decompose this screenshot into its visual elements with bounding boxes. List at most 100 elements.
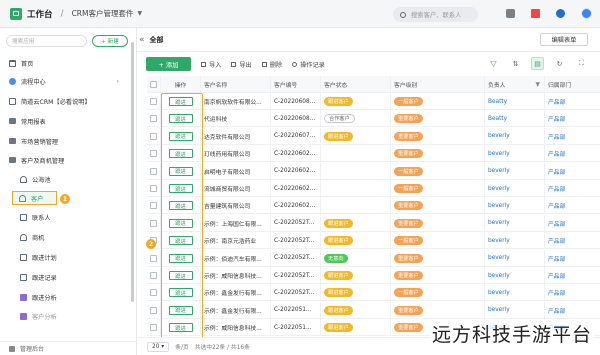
dept-cell[interactable]: 产品部: [545, 93, 600, 110]
select-all-checkbox[interactable]: [150, 81, 157, 88]
owner-cell[interactable]: beverly: [485, 197, 545, 215]
sidebar-item-customer-management[interactable]: 客户及商机管理: [0, 153, 131, 167]
crm-suite-title[interactable]: CRM客户管理套件: [72, 8, 134, 19]
customer-name-cell[interactable]: 示例：威阳信息科技...: [201, 319, 271, 337]
customer-name-cell[interactable]: 示例：上海国仁有限...: [201, 214, 271, 232]
owner-cell[interactable]: beverly: [485, 249, 545, 267]
row-select-cell[interactable]: [147, 145, 161, 163]
row-select-cell[interactable]: [147, 249, 161, 267]
customer-name-cell[interactable]: 南京帆软软件有限公...: [201, 93, 271, 110]
customer-name-cell[interactable]: 流城商贸有限公司: [201, 180, 271, 197]
row-select-cell[interactable]: [147, 319, 161, 337]
owner-cell[interactable]: beverly: [485, 232, 545, 250]
select-all-cell[interactable]: [147, 76, 161, 93]
row-select-cell[interactable]: [147, 301, 161, 319]
row-select-cell[interactable]: [147, 267, 161, 284]
row-checkbox[interactable]: [150, 324, 157, 332]
owner-cell[interactable]: beverly: [485, 284, 545, 302]
dept-cell[interactable]: 产品部: [545, 267, 600, 284]
row-checkbox[interactable]: [150, 306, 157, 314]
row-checkbox[interactable]: [150, 132, 157, 140]
sidebar-item-home[interactable]: 首页: [0, 56, 131, 70]
row-select-cell[interactable]: [147, 162, 161, 180]
table-row[interactable]: 跟进 启明电子有限公司 C-20220602... 一般客户 beverly 产品部: [147, 162, 600, 180]
table-row[interactable]: 跟进 吉量建筑有限公司 C-20220602... 重要客户 beverly 产品部: [147, 197, 600, 215]
row-checkbox[interactable]: [150, 150, 157, 158]
sidebar-item-flow-center[interactable]: 流程中心 ›: [0, 74, 131, 88]
row-checkbox[interactable]: [150, 98, 157, 105]
sidebar-item-followup-records[interactable]: 跟进记录: [0, 270, 131, 284]
sidebar-item-crm-guide[interactable]: 简道云CRM【必看说明】: [0, 94, 131, 108]
table-row[interactable]: 跟进 达克软件有限公司 C-20220607... 跟进客户 重要客户 beverly 产品…: [147, 127, 600, 145]
sort-icon[interactable]: ⇅: [509, 57, 522, 70]
dept-cell[interactable]: 产品部: [545, 284, 600, 301]
customer-name-cell[interactable]: 示例：鑫金发行有限...: [201, 301, 271, 319]
filter-icon[interactable]: ▽: [487, 57, 500, 70]
row-select-cell[interactable]: [147, 284, 161, 302]
row-select-cell[interactable]: [147, 214, 161, 232]
dept-cell[interactable]: 产品部: [545, 110, 600, 127]
owner-cell[interactable]: beverly: [485, 127, 545, 145]
customer-name-cell[interactable]: 启明电子有限公司: [201, 162, 271, 180]
add-button[interactable]: + 添加: [146, 57, 191, 71]
sidebar-item-followup-plan[interactable]: 跟进计划: [0, 250, 131, 264]
customer-name-cell[interactable]: 吉量建筑有限公司: [201, 197, 271, 215]
row-select-cell[interactable]: [147, 110, 161, 128]
dept-cell[interactable]: 产品部: [545, 232, 600, 249]
dept-cell[interactable]: 产品部: [545, 197, 600, 214]
sidebar-item-customer-analysis[interactable]: 客户分析: [0, 309, 131, 323]
row-select-cell[interactable]: [147, 180, 161, 197]
column-header-name[interactable]: 客户名称: [201, 76, 271, 93]
filter-icon[interactable]: ▼: [536, 82, 540, 88]
table-row[interactable]: 跟进 示例：鑫金发行有限... C-2022052T... 跟进客户 一般客户 bever…: [147, 284, 600, 302]
dept-cell[interactable]: 产品部: [545, 302, 600, 319]
table-row[interactable]: 跟进 示例：威阳信息科技... C-2022052T... 跟进客户 重要客户 bever…: [147, 267, 600, 284]
notification-icon[interactable]: [531, 9, 540, 18]
fullscreen-icon[interactable]: ⛶: [575, 57, 588, 70]
sidebar-item-opportunities[interactable]: 商机: [0, 230, 131, 244]
dept-cell[interactable]: 产品部: [545, 163, 600, 180]
column-header-level[interactable]: 客户级别: [391, 76, 485, 93]
customer-name-cell[interactable]: 达克软件有限公司: [201, 127, 271, 145]
sidebar-scrollbar[interactable]: [131, 42, 134, 302]
column-header-no[interactable]: 客户编号: [271, 76, 321, 93]
chevron-down-icon[interactable]: ▼: [137, 10, 142, 17]
app-search-input[interactable]: 搜索应用: [6, 35, 87, 47]
row-checkbox[interactable]: [150, 185, 157, 192]
customer-name-cell[interactable]: 玎线药用有限公司: [201, 145, 271, 163]
dept-cell[interactable]: 产品部: [545, 180, 600, 197]
owner-cell[interactable]: Beatty: [485, 93, 545, 110]
row-checkbox[interactable]: [150, 219, 157, 227]
row-select-cell[interactable]: [147, 93, 161, 110]
table-row[interactable]: 跟进 玎线药用有限公司 C-20220602... 重要客户 beverly 产品部: [147, 145, 600, 163]
sidebar-item-customers[interactable]: 客户: [12, 191, 57, 205]
dept-cell[interactable]: 产品部: [545, 250, 600, 267]
customer-name-cell[interactable]: 代运科技: [201, 110, 271, 128]
owner-cell[interactable]: beverly: [485, 162, 545, 180]
sidebar-item-followup-analysis[interactable]: 跟进分析: [0, 290, 131, 304]
row-checkbox[interactable]: [150, 115, 157, 123]
row-checkbox[interactable]: [150, 289, 157, 297]
row-checkbox[interactable]: [150, 254, 157, 262]
document-icon[interactable]: [506, 9, 515, 18]
operation-log-button[interactable]: 操作记录: [292, 60, 325, 69]
row-checkbox[interactable]: [150, 202, 157, 210]
owner-cell[interactable]: Beatty: [485, 110, 545, 128]
app-title[interactable]: 工作台: [27, 8, 53, 20]
customer-name-cell[interactable]: 示例：南京元浩药业: [201, 232, 271, 250]
workbench-logo-icon[interactable]: [10, 7, 22, 20]
table-row[interactable]: 跟进 南京帆软软件有限公... C-20220608... 跟进客户 一般客户 Beatt…: [147, 93, 600, 110]
table-row[interactable]: 跟进 流城商贸有限公司 C-20220602... 一般客户 beverly 产品部: [147, 180, 600, 197]
row-checkbox[interactable]: [150, 167, 157, 175]
page-size-select[interactable]: 20 ▾: [147, 341, 170, 352]
view-tab-all[interactable]: 全部: [150, 35, 164, 45]
customer-name-cell[interactable]: 示例：鑫金发行有限...: [201, 284, 271, 302]
owner-cell[interactable]: beverly: [485, 145, 545, 163]
table-row[interactable]: 跟进 示例：上海国仁有限... C-2022052T... 跟进客户 重要客户 bever…: [147, 214, 600, 232]
sidebar-item-marketing[interactable]: 市场营销管理: [0, 134, 131, 148]
admin-console-link[interactable]: 管理后台: [0, 341, 137, 355]
avatar[interactable]: [581, 8, 592, 19]
dept-cell[interactable]: 产品部: [545, 215, 600, 232]
row-select-cell[interactable]: [147, 197, 161, 215]
table-row[interactable]: 跟进 示例：南京元浩药业 C-2022052T... 跟进客户 一般客户 beverly 产…: [147, 232, 600, 250]
